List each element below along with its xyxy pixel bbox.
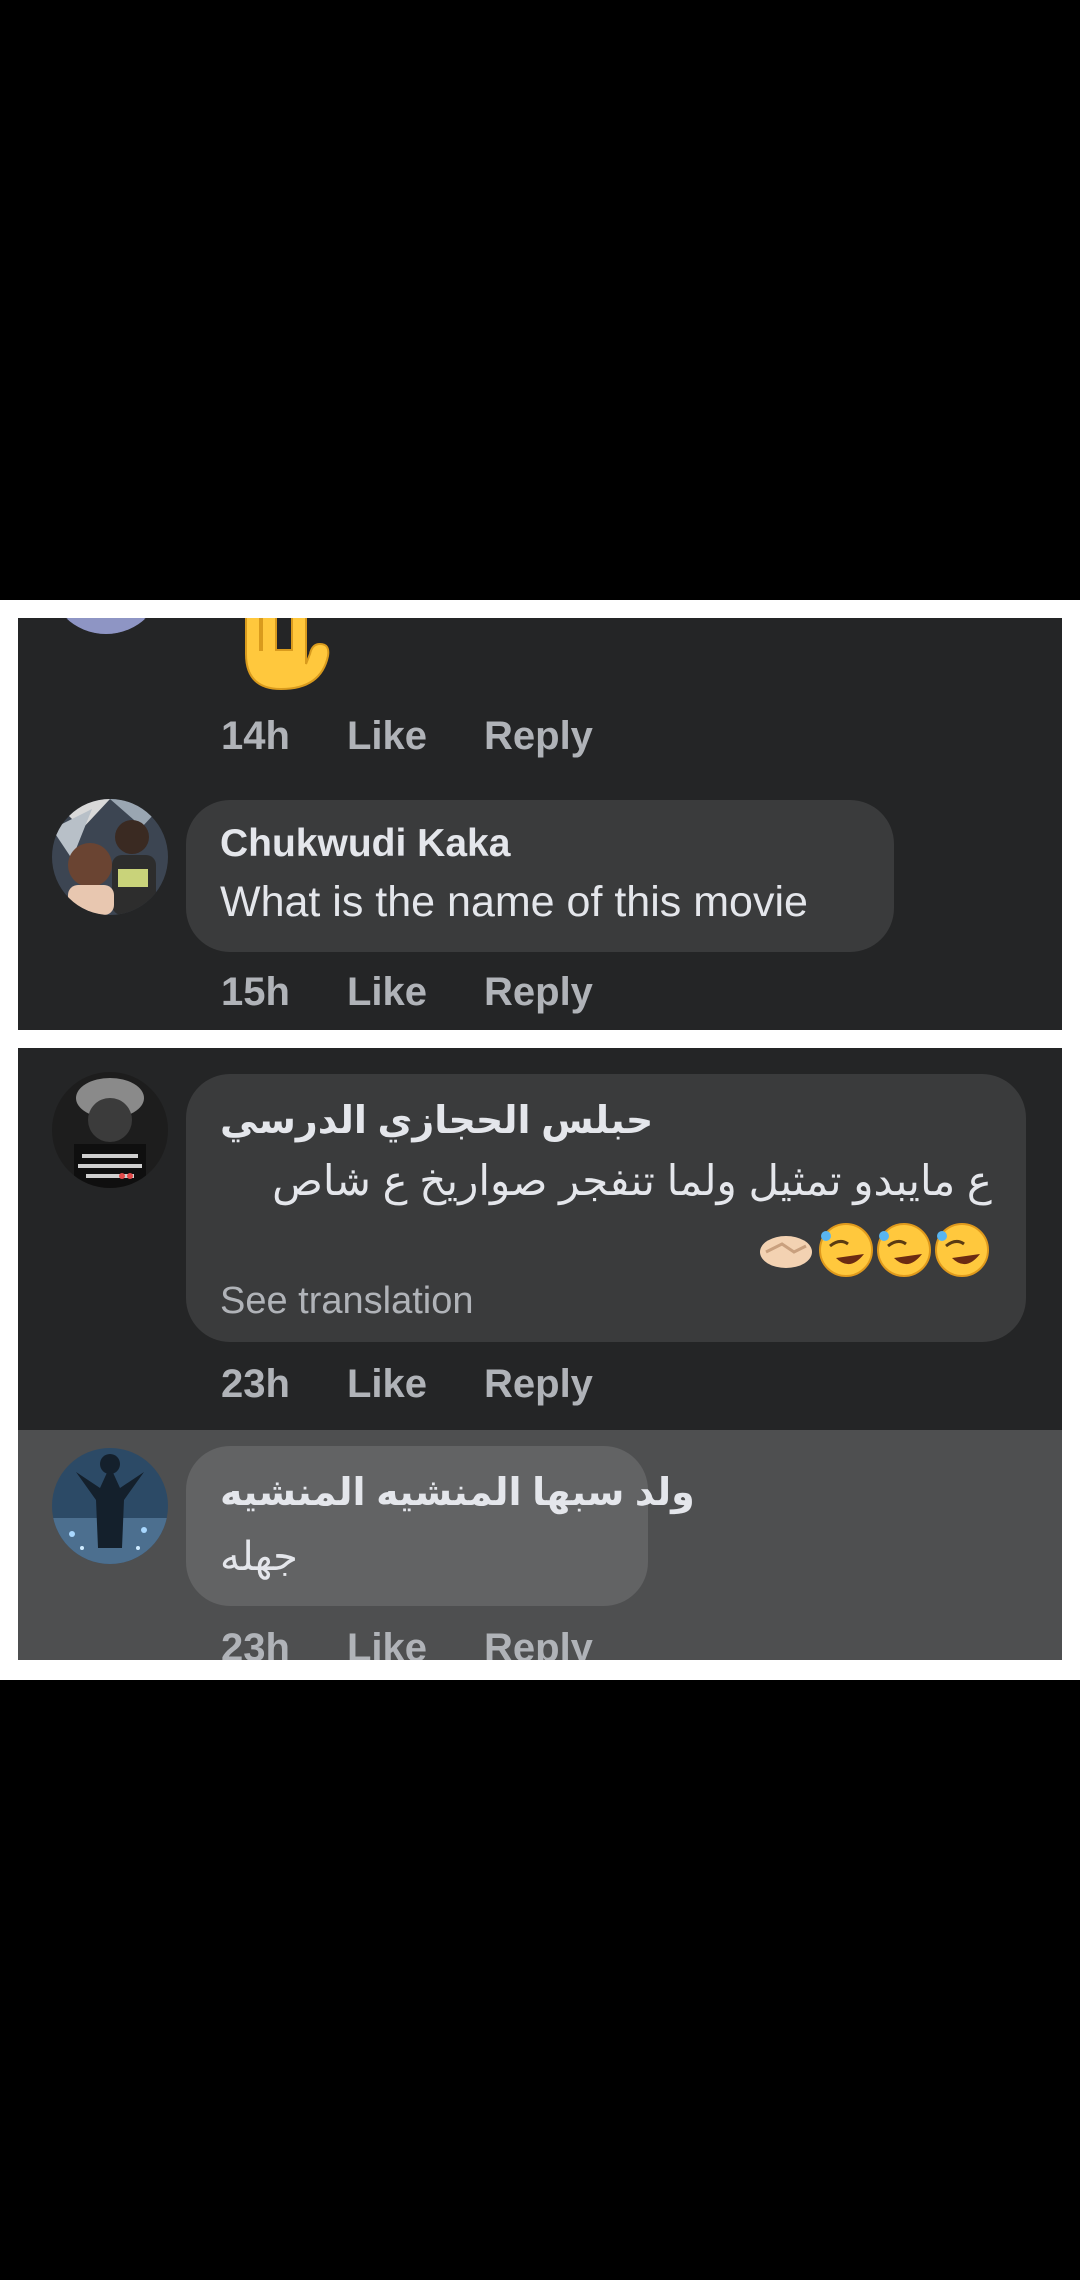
comment-time[interactable]: 15h [221, 970, 290, 1015]
avatar-photo [52, 1072, 168, 1188]
rofl-icon [877, 1223, 931, 1277]
comment-author[interactable]: Chukwudi Kaka [220, 822, 510, 866]
comment-emoji-line: 🤝🤣🤣🤣 [760, 1222, 992, 1283]
see-translation-link[interactable]: See translation [220, 1280, 474, 1323]
comment-bubble-commenter-4[interactable]: ولد سبها المنشيه المنشيه جهله [186, 1446, 695, 1606]
comment-time[interactable]: 23h [221, 1362, 290, 1407]
hand-sign-icon [245, 618, 330, 691]
comment-time[interactable]: 23h [221, 1626, 290, 1660]
like-button[interactable]: Like [347, 714, 427, 759]
reply-button[interactable]: Reply [484, 970, 593, 1015]
rofl-icon [819, 1223, 873, 1277]
comment-bubble-commenter-3[interactable]: حبلس الحجازي الدرسي ع مايبدو تمثيل ولما … [186, 1074, 1026, 1342]
avatar-commenter-3[interactable] [52, 1072, 168, 1188]
reply-button[interactable]: Reply [484, 714, 593, 759]
screenshot-stage: 🤟 14h Like Reply Chu [0, 0, 1080, 2280]
avatar-photo [52, 799, 168, 915]
comment-time[interactable]: 14h [221, 714, 290, 759]
avatar-partial [48, 618, 164, 634]
handshake-icon [760, 1236, 812, 1268]
avatar-chukwudi[interactable] [52, 799, 168, 915]
comment-text: What is the name of this movie [220, 878, 808, 926]
comment-author[interactable]: حبلس الحجازي الدرسي [220, 1098, 653, 1143]
avatar-partial-image [48, 618, 164, 634]
comments-screenshot-top: 🤟 14h Like Reply Chu [18, 618, 1062, 1030]
comment-text: ع مايبدو تمثيل ولما تنفجر صواريخ ع شاص [272, 1157, 992, 1204]
avatar-photo [52, 1448, 168, 1564]
love-you-gesture-emoji: 🤟 [226, 618, 336, 694]
comment-author[interactable]: ولد سبها المنشيه المنشيه [220, 1470, 695, 1515]
like-button[interactable]: Like [347, 1626, 427, 1660]
rofl-icon [935, 1223, 989, 1277]
comments-screenshot-bottom: حبلس الحجازي الدرسي ع مايبدو تمثيل ولما … [18, 1048, 1062, 1660]
reply-button[interactable]: Reply [484, 1362, 593, 1407]
comment-text: جهله [220, 1535, 298, 1579]
handshake-and-rofl-emojis [760, 1223, 989, 1277]
avatar-commenter-4[interactable] [52, 1448, 168, 1564]
reply-button[interactable]: Reply [484, 1626, 593, 1660]
comment-bubble-chukwudi[interactable]: Chukwudi Kaka What is the name of this m… [186, 800, 894, 952]
like-button[interactable]: Like [347, 970, 427, 1015]
like-button[interactable]: Like [347, 1362, 427, 1407]
